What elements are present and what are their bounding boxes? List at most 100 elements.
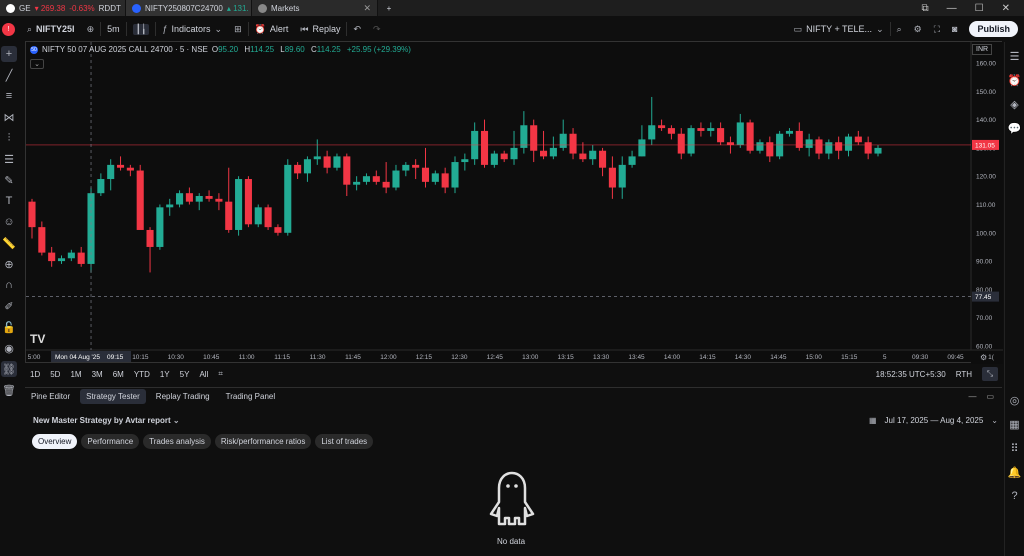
auto-scale-icon[interactable]: ⤡ <box>982 367 998 381</box>
candle-body <box>362 176 371 182</box>
window-icon[interactable]: ⧉ <box>922 3 929 14</box>
target-icon[interactable]: ◎ <box>1007 392 1023 408</box>
subtab-risk-ratios[interactable]: Risk/performance ratios <box>214 434 312 449</box>
watchlist-icon[interactable]: ☰ <box>1007 48 1023 64</box>
range-5y[interactable]: 5Y <box>175 370 195 379</box>
indicators-button[interactable]: ƒ Indicators ⌄ <box>156 18 228 40</box>
chart-settings-icon[interactable]: ⚙ <box>980 353 987 362</box>
tab-strategy-tester[interactable]: Strategy Tester <box>80 389 146 404</box>
close-window-icon[interactable]: ✕ <box>1002 3 1010 14</box>
undo-icon: ↶ <box>353 23 362 34</box>
pattern-icon[interactable]: ⋈ <box>1 109 17 125</box>
range-1y[interactable]: 1Y <box>155 370 175 379</box>
currency-label[interactable]: INR <box>972 44 993 55</box>
lock-icon[interactable]: 🔓 <box>1 319 17 335</box>
apps-icon[interactable]: ⠿ <box>1007 440 1023 456</box>
candle-body <box>864 142 872 154</box>
time-tick-label: 15:00 <box>806 354 823 361</box>
browser-tab-nifty[interactable]: NIFTY250807C24700 ▴ 131. ✕ <box>126 0 252 16</box>
measure-lines-icon[interactable]: ☰ <box>1 151 17 167</box>
layers-icon[interactable]: ◈ <box>1007 96 1023 112</box>
snapshot-button[interactable]: ◙ <box>946 18 963 40</box>
candle-body <box>225 201 233 230</box>
session-button[interactable]: RTH <box>956 370 972 379</box>
interval-button[interactable]: 5m <box>101 18 126 40</box>
subtab-performance[interactable]: Performance <box>81 434 140 449</box>
browser-tab-markets[interactable]: Markets ✕ <box>252 0 378 16</box>
tab-extra: RDDT <box>98 3 121 13</box>
tab-trading-panel[interactable]: Trading Panel <box>220 389 282 404</box>
layouts-button[interactable]: ⊞ <box>228 18 248 40</box>
chart-pane[interactable]: 160.00150.00140.00130.00120.00110.00100.… <box>25 41 1003 364</box>
emoji-icon[interactable]: ☺ <box>1 214 17 230</box>
user-avatar[interactable]: ! <box>0 18 21 40</box>
browser-tab-ge[interactable]: GE ▾ 269.38 -0.63% RDDT ✕ <box>0 0 126 16</box>
replay-button[interactable]: ⏮ Replay <box>294 18 346 40</box>
time-tick-label: 11:00 <box>239 354 255 361</box>
layout-menu[interactable]: ▭ NIFTY + TELE... ⌄ <box>788 18 890 40</box>
range-1d[interactable]: 1D <box>25 370 45 379</box>
close-icon[interactable]: ✕ <box>363 3 371 14</box>
lock-drawing-icon[interactable]: ✐ <box>1 298 17 314</box>
chart-type-button[interactable]: ┃╽ <box>127 18 156 40</box>
price-chart[interactable]: 160.00150.00140.00130.00120.00110.00100.… <box>26 42 1003 364</box>
brush-icon[interactable]: ✎ <box>1 172 17 188</box>
range-all[interactable]: All <box>194 370 213 379</box>
range-1m[interactable]: 1M <box>65 370 86 379</box>
range-3m[interactable]: 3M <box>87 370 108 379</box>
fullscreen-button[interactable]: ⛶ <box>928 18 946 40</box>
tab-replay-trading[interactable]: Replay Trading <box>150 389 216 404</box>
notification-icon[interactable]: 🔔 <box>1007 464 1023 480</box>
price-tick-label: 110.00 <box>976 202 996 209</box>
undo-button[interactable]: ↶ <box>347 18 367 40</box>
link-icon[interactable]: ⛓ <box>1 361 17 377</box>
zoom-icon[interactable]: ⊕ <box>1 256 17 272</box>
date-range-selector[interactable]: ▦ Jul 17, 2025 — Aug 4, 2025 ⌄ <box>869 416 998 425</box>
redo-button[interactable]: ↷ <box>367 18 387 40</box>
trash-icon[interactable]: 🗑 <box>1 382 17 398</box>
forecast-icon[interactable]: ⫶ <box>1 130 17 146</box>
magnet-icon[interactable]: ∩ <box>1 277 17 293</box>
range-5d[interactable]: 5D <box>45 370 65 379</box>
alert-button[interactable]: ⏰ Alert <box>249 18 295 40</box>
minimize-panel-icon[interactable]: — <box>968 392 976 401</box>
eye-icon[interactable]: ◉ <box>1 340 17 356</box>
calendar-icon[interactable]: ▦ <box>1007 416 1023 432</box>
maximize-panel-icon[interactable]: ▭ <box>986 392 994 401</box>
subtab-list-of-trades[interactable]: List of trades <box>315 434 374 449</box>
fib-icon[interactable]: ≡ <box>1 88 17 104</box>
quick-search-button[interactable]: ⌕ <box>891 18 908 40</box>
text-icon[interactable]: T <box>1 193 17 209</box>
time-tick-label: 12:30 <box>451 354 468 361</box>
crosshair-date-label: Mon 04 Aug '25 <box>55 354 100 361</box>
ruler-icon[interactable]: 📏 <box>1 235 17 251</box>
subtab-overview[interactable]: Overview <box>32 434 78 449</box>
minimize-icon[interactable]: — <box>947 3 957 14</box>
compare-button[interactable]: ⊕ <box>81 18 101 40</box>
tradingview-logo[interactable]: TV <box>30 332 45 346</box>
tab-price: ▾ 269.38 <box>34 3 66 13</box>
tab-pine-editor[interactable]: Pine Editor <box>25 389 76 404</box>
alarm-clock-icon[interactable]: ⏰ <box>1007 72 1023 88</box>
empty-state-text: No data <box>497 537 526 546</box>
candle-body <box>107 164 115 180</box>
subtab-trades-analysis[interactable]: Trades analysis <box>143 434 211 449</box>
trend-line-icon[interactable]: ╱ <box>1 67 17 83</box>
maximize-icon[interactable]: ☐ <box>975 3 984 14</box>
candle-body <box>323 156 331 168</box>
new-tab-button[interactable]: + <box>378 0 400 16</box>
settings-button[interactable]: ⚙ <box>908 18 928 40</box>
help-icon[interactable]: ? <box>1007 488 1023 504</box>
strategy-selector[interactable]: New Master Strategy by Avtar report ⌄ <box>33 416 180 425</box>
clock-timezone[interactable]: 18:52:35 UTC+5:30 <box>876 370 946 379</box>
crosshair-icon[interactable]: + <box>1 46 17 62</box>
price-tick-label: 90.00 <box>976 259 993 266</box>
range-ytd[interactable]: YTD <box>129 370 155 379</box>
chat-icon[interactable]: 💬 <box>1007 120 1023 136</box>
gear-icon: ⚙ <box>913 23 922 34</box>
goto-date-icon[interactable]: ⌗ <box>213 369 228 379</box>
legend-collapse-button[interactable]: ⌄ <box>30 59 44 69</box>
symbol-search[interactable]: ⌕ NIFTY25I <box>21 18 81 40</box>
range-6m[interactable]: 6M <box>108 370 129 379</box>
publish-button[interactable]: Publish <box>963 18 1024 40</box>
